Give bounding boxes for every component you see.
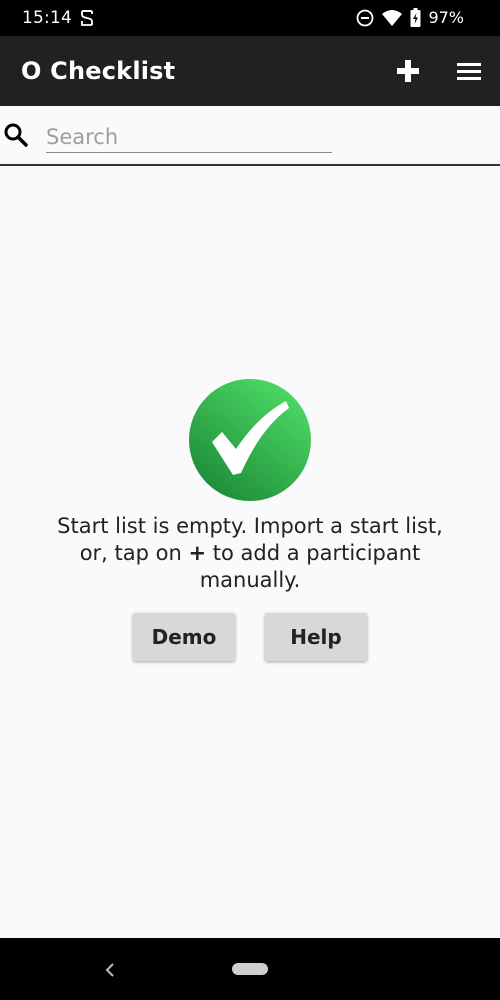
notification-icon xyxy=(81,10,93,26)
empty-state-message: Start list is empty. Import a start list… xyxy=(50,513,450,594)
app-title: O Checklist xyxy=(21,57,176,85)
status-time: 15:14 xyxy=(22,8,72,28)
add-icon[interactable] xyxy=(392,55,424,87)
battery-percent: 97% xyxy=(428,8,464,27)
dnd-icon xyxy=(357,9,374,26)
app-bar: O Checklist xyxy=(0,36,500,106)
search-icon xyxy=(4,123,28,147)
help-button[interactable]: Help xyxy=(265,613,367,661)
search-bar xyxy=(0,106,500,166)
status-bar: 15:14 97% xyxy=(0,0,500,36)
wifi-icon xyxy=(382,9,403,26)
status-icons: 97% xyxy=(356,8,464,27)
menu-icon[interactable] xyxy=(452,55,486,87)
navigation-bar xyxy=(0,938,500,1000)
check-circle-icon xyxy=(189,379,311,501)
search-input[interactable] xyxy=(46,122,332,153)
empty-message-text-end: to add a participant manually. xyxy=(199,541,421,592)
demo-button[interactable]: Demo xyxy=(133,613,235,661)
battery-icon xyxy=(410,8,421,27)
home-pill[interactable] xyxy=(232,963,268,975)
plus-symbol: + xyxy=(188,541,207,565)
back-icon[interactable] xyxy=(100,960,120,980)
